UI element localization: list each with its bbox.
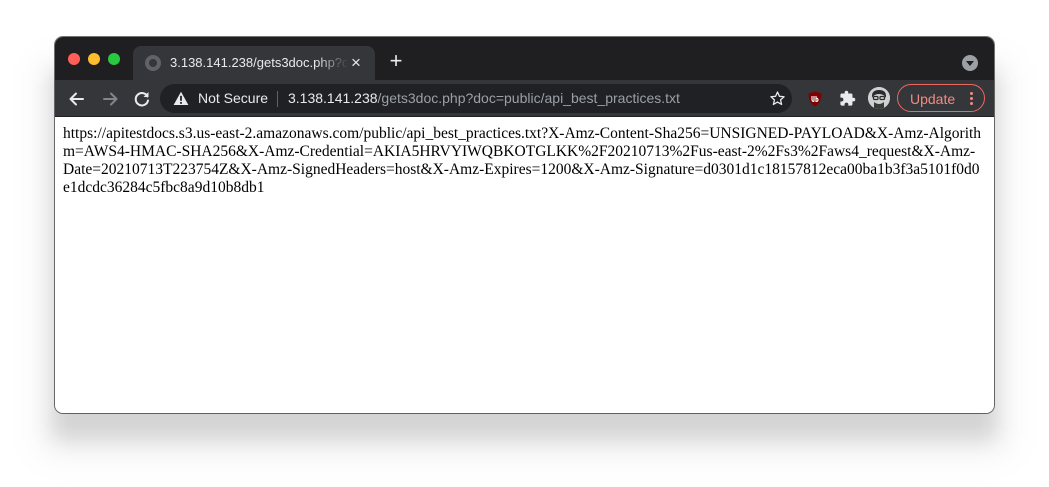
active-tab[interactable]: 3.138.141.238/gets3doc.php?doc=public/ap… (133, 46, 375, 80)
minimize-window-button[interactable] (88, 53, 100, 65)
star-icon[interactable] (769, 90, 786, 107)
desktop: 3.138.141.238/gets3doc.php?doc=public/ap… (0, 0, 1049, 487)
page-content: https://apitestdocs.s3.us-east-2.amazona… (55, 117, 994, 413)
update-button[interactable]: Update (897, 84, 985, 112)
forward-button[interactable] (99, 88, 121, 110)
browser-window: 3.138.141.238/gets3doc.php?doc=public/ap… (55, 37, 994, 413)
url-text[interactable]: 3.138.141.238/gets3doc.php?doc=public/ap… (288, 90, 680, 107)
address-bar[interactable]: Not Secure 3.138.141.238/gets3doc.php?do… (160, 84, 792, 113)
tab-close-button[interactable]: × (347, 54, 365, 72)
user-avatar-icon (868, 87, 890, 109)
browser-toolbar: Not Secure 3.138.141.238/gets3doc.php?do… (55, 80, 994, 117)
presigned-url-text: https://apitestdocs.s3.us-east-2.amazona… (63, 125, 982, 196)
profile-avatar[interactable] (868, 87, 890, 109)
zoom-window-button[interactable] (108, 53, 120, 65)
arrow-left-icon (69, 92, 84, 106)
globe-icon (145, 55, 161, 71)
reload-icon (134, 92, 149, 107)
vertical-dots-icon (970, 92, 974, 106)
security-status[interactable]: Not Secure (198, 90, 268, 107)
puzzle-icon[interactable] (839, 90, 856, 107)
url-path: /gets3doc.php?doc=public/api_best_practi… (377, 90, 680, 106)
close-window-button[interactable] (68, 53, 80, 65)
arrow-right-icon (103, 92, 118, 106)
tab-title: 3.138.141.238/gets3doc.php?doc=public/ap… (170, 55, 348, 70)
tab-strip: 3.138.141.238/gets3doc.php?doc=public/ap… (55, 37, 994, 80)
omnibox-divider (277, 91, 278, 107)
ublock-origin-icon[interactable] (807, 91, 823, 107)
update-label: Update (910, 91, 956, 107)
reload-button[interactable] (131, 88, 153, 110)
new-tab-button[interactable]: + (385, 50, 407, 72)
url-host: 3.138.141.238 (288, 90, 378, 106)
back-button[interactable] (66, 88, 88, 110)
tab-search-button[interactable] (962, 55, 978, 71)
warning-triangle-icon[interactable] (173, 91, 189, 106)
